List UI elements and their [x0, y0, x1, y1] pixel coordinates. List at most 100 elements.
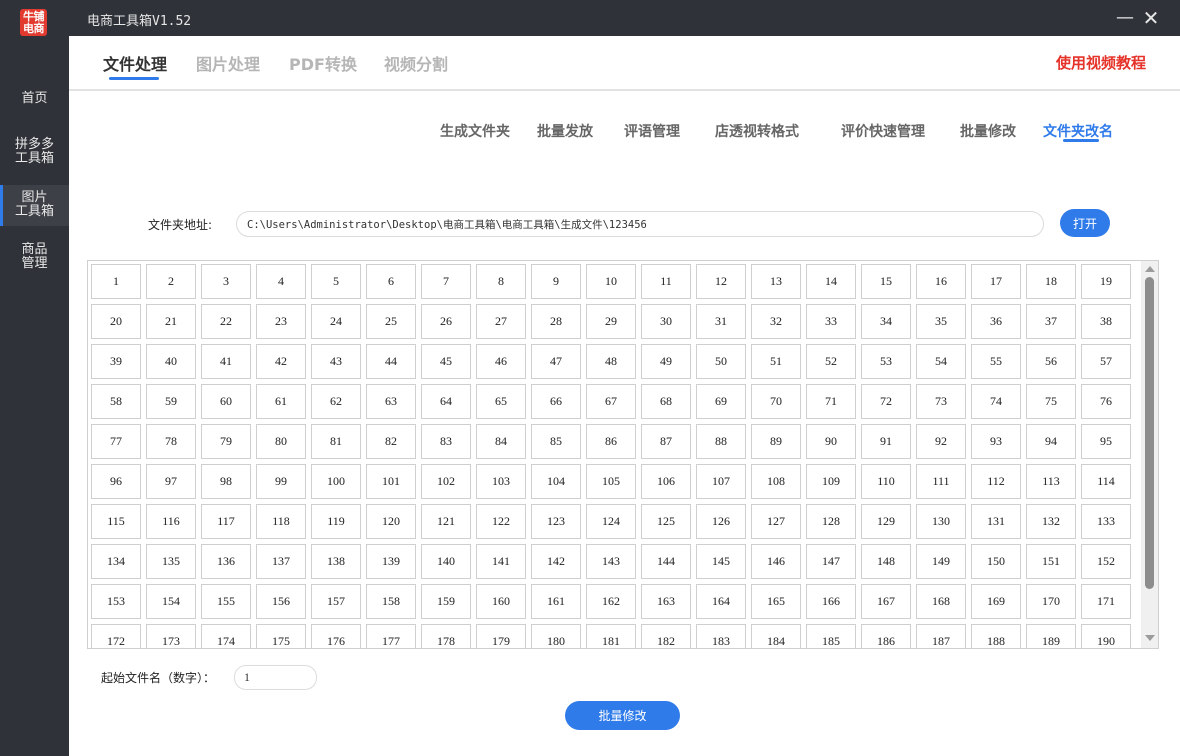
folder-cell[interactable]: 175	[256, 624, 306, 648]
folder-cell[interactable]: 46	[476, 344, 526, 379]
folder-cell[interactable]: 31	[696, 304, 746, 339]
folder-cell[interactable]: 106	[641, 464, 691, 499]
folder-cell[interactable]: 40	[146, 344, 196, 379]
subtab-create-folder[interactable]: 生成文件夹	[440, 121, 510, 141]
sidebar-item-image-toolbox[interactable]: 图片 工具箱	[0, 185, 69, 226]
open-button[interactable]: 打开	[1060, 209, 1110, 237]
folder-cell[interactable]: 16	[916, 264, 966, 299]
folder-cell[interactable]: 89	[751, 424, 801, 459]
folder-cell[interactable]: 12	[696, 264, 746, 299]
folder-cell[interactable]: 126	[696, 504, 746, 539]
vertical-scrollbar[interactable]	[1141, 261, 1158, 648]
folder-cell[interactable]: 133	[1081, 504, 1131, 539]
folder-cell[interactable]: 51	[751, 344, 801, 379]
sidebar-item-home[interactable]: 首页	[0, 92, 69, 110]
folder-cell[interactable]: 143	[586, 544, 636, 579]
folder-cell[interactable]: 156	[256, 584, 306, 619]
folder-cell[interactable]: 131	[971, 504, 1021, 539]
folder-cell[interactable]: 165	[751, 584, 801, 619]
tab-image-processing[interactable]: 图片处理	[196, 51, 260, 75]
subtab-batch-modify[interactable]: 批量修改	[960, 121, 1016, 141]
scroll-thumb[interactable]	[1145, 277, 1154, 589]
folder-cell[interactable]: 34	[861, 304, 911, 339]
folder-cell[interactable]: 179	[476, 624, 526, 648]
folder-cell[interactable]: 132	[1026, 504, 1076, 539]
folder-cell[interactable]: 94	[1026, 424, 1076, 459]
folder-cell[interactable]: 14	[806, 264, 856, 299]
folder-cell[interactable]: 166	[806, 584, 856, 619]
folder-cell[interactable]: 80	[256, 424, 306, 459]
tab-pdf-convert[interactable]: PDF转换	[289, 51, 357, 75]
folder-cell[interactable]: 62	[311, 384, 361, 419]
folder-cell[interactable]: 50	[696, 344, 746, 379]
folder-cell[interactable]: 41	[201, 344, 251, 379]
folder-cell[interactable]: 67	[586, 384, 636, 419]
folder-path-input[interactable]	[236, 211, 1044, 237]
folder-cell[interactable]: 111	[916, 464, 966, 499]
folder-cell[interactable]: 142	[531, 544, 581, 579]
folder-cell[interactable]: 82	[366, 424, 416, 459]
folder-cell[interactable]: 18	[1026, 264, 1076, 299]
folder-cell[interactable]: 93	[971, 424, 1021, 459]
folder-cell[interactable]: 39	[91, 344, 141, 379]
folder-cell[interactable]: 74	[971, 384, 1021, 419]
folder-cell[interactable]: 135	[146, 544, 196, 579]
folder-cell[interactable]: 63	[366, 384, 416, 419]
folder-cell[interactable]: 161	[531, 584, 581, 619]
folder-cell[interactable]: 30	[641, 304, 691, 339]
folder-cell[interactable]: 48	[586, 344, 636, 379]
folder-cell[interactable]: 152	[1081, 544, 1131, 579]
tab-video-split[interactable]: 视频分割	[384, 51, 448, 75]
folder-cell[interactable]: 99	[256, 464, 306, 499]
folder-cell[interactable]: 146	[751, 544, 801, 579]
folder-cell[interactable]: 159	[421, 584, 471, 619]
folder-cell[interactable]: 87	[641, 424, 691, 459]
folder-cell[interactable]: 44	[366, 344, 416, 379]
folder-cell[interactable]: 7	[421, 264, 471, 299]
folder-cell[interactable]: 75	[1026, 384, 1076, 419]
folder-cell[interactable]: 26	[421, 304, 471, 339]
folder-cell[interactable]: 184	[751, 624, 801, 648]
folder-cell[interactable]: 171	[1081, 584, 1131, 619]
folder-cell[interactable]: 118	[256, 504, 306, 539]
folder-cell[interactable]: 121	[421, 504, 471, 539]
folder-cell[interactable]: 13	[751, 264, 801, 299]
folder-cell[interactable]: 155	[201, 584, 251, 619]
folder-cell[interactable]: 112	[971, 464, 1021, 499]
folder-cell[interactable]: 100	[311, 464, 361, 499]
folder-cell[interactable]: 185	[806, 624, 856, 648]
folder-cell[interactable]: 57	[1081, 344, 1131, 379]
start-filename-input[interactable]	[234, 665, 317, 690]
folder-cell[interactable]: 181	[586, 624, 636, 648]
subtab-review-management[interactable]: 评语管理	[624, 121, 680, 141]
folder-cell[interactable]: 104	[531, 464, 581, 499]
folder-cell[interactable]: 95	[1081, 424, 1131, 459]
close-icon[interactable]: ✕	[1141, 8, 1161, 28]
folder-cell[interactable]: 124	[586, 504, 636, 539]
folder-cell[interactable]: 73	[916, 384, 966, 419]
folder-cell[interactable]: 153	[91, 584, 141, 619]
folder-cell[interactable]: 163	[641, 584, 691, 619]
folder-cell[interactable]: 91	[861, 424, 911, 459]
folder-cell[interactable]: 168	[916, 584, 966, 619]
subtab-format-convert[interactable]: 店透视转格式	[715, 121, 799, 141]
folder-cell[interactable]: 52	[806, 344, 856, 379]
minimize-icon[interactable]: —	[1115, 8, 1135, 28]
folder-cell[interactable]: 170	[1026, 584, 1076, 619]
folder-cell[interactable]: 65	[476, 384, 526, 419]
folder-cell[interactable]: 23	[256, 304, 306, 339]
folder-cell[interactable]: 49	[641, 344, 691, 379]
folder-cell[interactable]: 113	[1026, 464, 1076, 499]
folder-cell[interactable]: 102	[421, 464, 471, 499]
folder-cell[interactable]: 145	[696, 544, 746, 579]
subtab-batch-distribute[interactable]: 批量发放	[537, 121, 593, 141]
folder-cell[interactable]: 90	[806, 424, 856, 459]
folder-cell[interactable]: 22	[201, 304, 251, 339]
folder-cell[interactable]: 103	[476, 464, 526, 499]
folder-cell[interactable]: 32	[751, 304, 801, 339]
folder-cell[interactable]: 125	[641, 504, 691, 539]
sidebar-item-product-management[interactable]: 商品 管理	[0, 243, 69, 273]
folder-cell[interactable]: 37	[1026, 304, 1076, 339]
folder-cell[interactable]: 190	[1081, 624, 1131, 648]
folder-cell[interactable]: 141	[476, 544, 526, 579]
